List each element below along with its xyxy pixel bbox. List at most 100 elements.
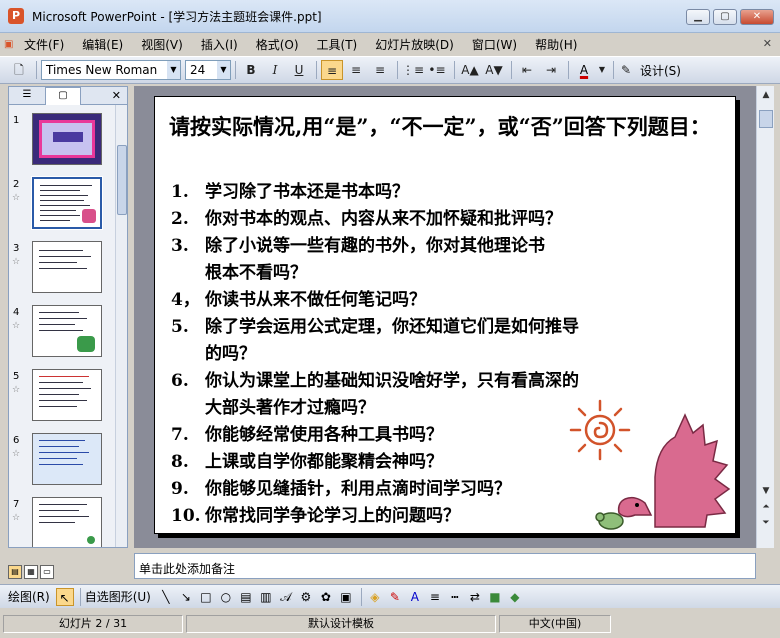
diagram-icon[interactable]: ⚙ — [297, 588, 315, 606]
menu-window[interactable]: 窗口(W) — [464, 36, 525, 53]
maximize-button[interactable]: ▢ — [713, 9, 737, 25]
menu-file[interactable]: 文件(F) — [16, 36, 72, 53]
fill-color-icon[interactable]: ◈ — [366, 588, 384, 606]
align-center-icon[interactable]: ≡ — [345, 60, 367, 80]
select-pointer-icon[interactable]: ↖ — [55, 587, 74, 606]
doc-close-icon[interactable]: ✕ — [763, 37, 772, 50]
menu-help[interactable]: 帮助(H) — [527, 36, 585, 53]
chevron-down-icon[interactable]: ▼ — [167, 61, 180, 79]
draw-menu-button[interactable]: 绘图(R) — [8, 588, 50, 605]
scrollbar-thumb[interactable] — [117, 145, 127, 215]
bullet-list-icon[interactable]: •≡ — [426, 60, 448, 80]
question-text: 你常找同学争论学习上的问题吗？ — [205, 506, 460, 526]
slide-title[interactable]: 请按实际情况,用“是”，“不一定”，或“否”回答下列题目： — [169, 111, 719, 143]
wordart-icon[interactable]: 𝒜 — [277, 588, 295, 606]
list-item: 4， 你读书从来不做任何笔记吗？ — [171, 287, 731, 314]
separator — [511, 61, 512, 79]
slide-thumbnail-image[interactable] — [31, 176, 103, 230]
thumbnail-number: 3 — [13, 243, 20, 254]
slide-thumbnail-image[interactable] — [32, 113, 102, 165]
close-icon[interactable]: ✕ — [112, 89, 121, 102]
dash-style-icon[interactable]: ┅ — [446, 588, 464, 606]
language-indicator: 中文(中国) — [499, 615, 611, 633]
separator — [235, 61, 236, 79]
question-number: 4， — [171, 290, 200, 310]
window-title: Microsoft PowerPoint - [学习方法主题班会课件.ppt] — [32, 9, 322, 24]
chevron-down-icon[interactable]: ▼ — [217, 61, 230, 79]
align-left-icon[interactable]: ≡ — [321, 60, 343, 80]
question-number: 1. — [171, 182, 189, 202]
minimize-button[interactable]: ▁ — [686, 9, 710, 25]
slide-scrollbar[interactable]: ▲ ▼ ⏶ ⏷ — [756, 86, 774, 548]
font-color-icon[interactable]: A — [573, 60, 595, 80]
rectangle-icon[interactable]: □ — [197, 588, 215, 606]
line-icon[interactable]: ╲ — [157, 588, 175, 606]
powerpoint-app-icon[interactable]: P — [8, 8, 24, 24]
scroll-up-icon[interactable]: ▲ — [759, 88, 773, 102]
tab-outline[interactable]: ☰ — [9, 87, 45, 105]
numbered-list-icon[interactable]: ⋮≡ — [402, 60, 424, 80]
menu-format[interactable]: 格式(O) — [248, 36, 307, 53]
decrease-font-icon[interactable]: A▼ — [483, 60, 505, 80]
menu-view[interactable]: 视图(V) — [133, 36, 191, 53]
increase-indent-icon[interactable]: ⇥ — [540, 60, 562, 80]
line-style-icon[interactable]: ≡ — [426, 588, 444, 606]
underline-button[interactable]: U — [288, 60, 310, 80]
slide-sorter-icon[interactable]: ▦ — [24, 565, 38, 579]
3d-style-icon[interactable]: ◆ — [506, 588, 524, 606]
slide-thumbnail-image[interactable] — [32, 241, 102, 293]
tab-slides[interactable]: ▢ — [45, 86, 81, 105]
slide-2[interactable]: 请按实际情况,用“是”，“不一定”，或“否”回答下列题目： 1. 学习除了书本还是… — [154, 96, 736, 534]
slide-thumbnail-image[interactable] — [32, 433, 102, 485]
bold-button[interactable]: B — [240, 60, 262, 80]
arrow-style-icon[interactable]: ⇄ — [466, 588, 484, 606]
doc-icon[interactable]: ▣ — [4, 39, 16, 50]
previous-slide-icon[interactable]: ⏶ — [759, 500, 773, 514]
normal-view-icon[interactable]: ▤ — [8, 565, 22, 579]
separator — [79, 587, 81, 606]
question-number: 7. — [171, 425, 189, 445]
font-color-icon[interactable]: A — [406, 588, 424, 606]
notes-pane[interactable]: 单击此处添加备注 — [134, 553, 756, 579]
picture-icon[interactable]: ▣ — [337, 588, 355, 606]
increase-font-icon[interactable]: A▲ — [459, 60, 481, 80]
menu-tools[interactable]: 工具(T) — [309, 36, 366, 53]
question-text: 学习除了书本还是书本吗？ — [205, 182, 409, 202]
scroll-down-icon[interactable]: ▼ — [759, 484, 773, 498]
arrow-icon[interactable]: ↘ — [177, 588, 195, 606]
slideshow-icon[interactable]: ▭ — [40, 565, 54, 579]
slide-thumbnail-image[interactable] — [32, 497, 102, 547]
slide-thumbnail-image[interactable] — [32, 305, 102, 357]
title-bar: P Microsoft PowerPoint - [学习方法主题班会课件.ppt… — [0, 0, 780, 33]
next-slide-icon[interactable]: ⏷ — [759, 516, 773, 530]
autoshape-menu-button[interactable]: 自选图形(U) — [85, 588, 151, 605]
menu-edit[interactable]: 编辑(E) — [74, 36, 131, 53]
clipart-icon[interactable]: ✿ — [317, 588, 335, 606]
font-size-select[interactable]: 24 ▼ — [185, 60, 231, 80]
chevron-down-icon[interactable]: ▼ — [597, 60, 607, 80]
italic-button[interactable]: I — [264, 60, 286, 80]
font-name-select[interactable]: Times New Roman ▼ — [41, 60, 181, 80]
design-icon: ✎ — [620, 63, 632, 77]
thumbnail-number: 2 — [13, 179, 20, 190]
font-size-value: 24 — [190, 63, 206, 77]
question-text: 你认为课堂上的基础知识没啥好学，只有看高深的 — [205, 371, 579, 391]
question-number: 8. — [171, 452, 189, 472]
oval-icon[interactable]: ○ — [217, 588, 235, 606]
slide-thumbnail-image[interactable] — [32, 369, 102, 421]
shadow-style-icon[interactable]: ■ — [486, 588, 504, 606]
separator — [397, 61, 398, 79]
menu-insert[interactable]: 插入(I) — [193, 36, 246, 53]
menu-slideshow[interactable]: 幻灯片放映(D) — [367, 36, 462, 53]
align-right-icon[interactable]: ≡ — [369, 60, 391, 80]
decrease-indent-icon[interactable]: ⇤ — [516, 60, 538, 80]
scrollbar-thumb[interactable] — [759, 110, 773, 128]
design-button[interactable]: 设计(S) — [640, 62, 681, 79]
close-button[interactable]: ✕ — [740, 9, 774, 25]
vertical-textbox-icon[interactable]: ▥ — [257, 588, 275, 606]
separator — [613, 61, 614, 79]
line-color-icon[interactable]: ✎ — [386, 588, 404, 606]
textbox-icon[interactable]: ▤ — [237, 588, 255, 606]
new-document-icon[interactable]: 🗋 — [8, 60, 30, 80]
thumbnail-scrollbar[interactable] — [115, 105, 127, 547]
